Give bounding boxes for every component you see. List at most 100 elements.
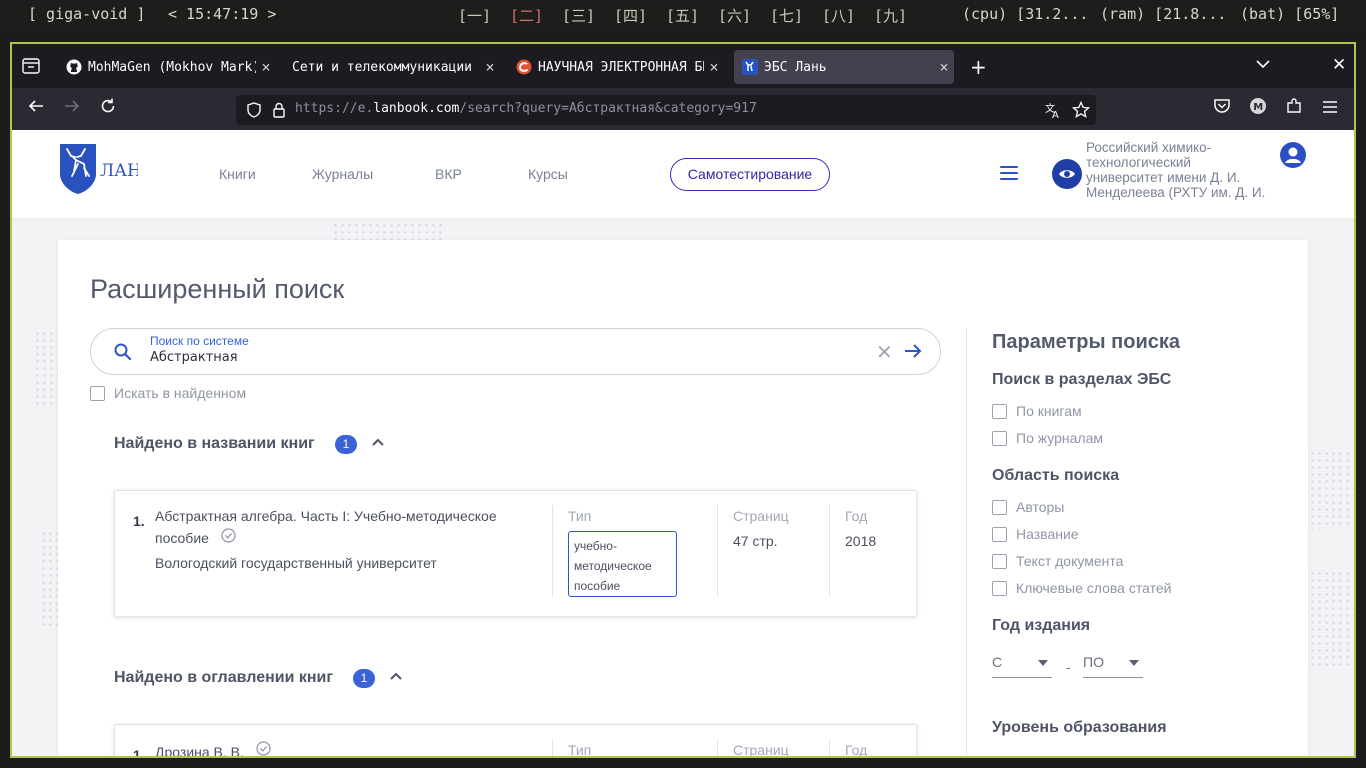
- workspace-7[interactable]: [七]: [770, 5, 803, 26]
- search-in-found-label[interactable]: Искать в найденном: [114, 385, 246, 401]
- authors-checkbox[interactable]: [992, 500, 1007, 515]
- tab-list-icon[interactable]: [22, 58, 40, 74]
- address-bar[interactable]: https://e.lanbook.com/search?query=Абстр…: [236, 95, 1096, 125]
- type-chip: учебно-методическое пособие: [568, 531, 677, 597]
- lan-logo[interactable]: ЛАНЬ: [58, 142, 153, 198]
- workspace-5[interactable]: [五]: [666, 5, 699, 26]
- nav-journals[interactable]: Журналы: [312, 166, 373, 182]
- new-tab-icon[interactable]: +: [970, 55, 987, 79]
- system-status-bar: [ giga-void ] < 15:47:19 > [一] [二] [三] […: [0, 0, 1366, 30]
- back-arrow-icon[interactable]: [24, 97, 48, 121]
- document-text-checkbox[interactable]: [992, 554, 1007, 569]
- param-head-education-level: Уровень образования: [992, 719, 1167, 736]
- svg-text:A: A: [1052, 110, 1059, 119]
- close-window-icon[interactable]: ✕: [1332, 55, 1346, 75]
- params-title: Параметры поиска: [992, 331, 1180, 353]
- tab-elibrary[interactable]: НАУЧНАЯ ЭЛЕКТРОННАЯ БИБ ×: [508, 50, 724, 84]
- account-avatar-icon[interactable]: M: [1246, 97, 1270, 121]
- chevron-down-icon[interactable]: [1256, 57, 1270, 73]
- url-text[interactable]: https://e.lanbook.com/search?query=Абстр…: [295, 101, 757, 116]
- workspace-9[interactable]: [九]: [874, 5, 907, 26]
- tab-networks[interactable]: Сети и телекоммуникации КС ×: [284, 50, 500, 84]
- workspace-2[interactable]: [二]: [510, 5, 543, 26]
- workspace-4[interactable]: [四]: [614, 5, 647, 26]
- submit-arrow-icon[interactable]: [903, 341, 923, 361]
- books-checkbox-label[interactable]: По книгам: [1016, 403, 1082, 419]
- reload-icon[interactable]: [96, 97, 120, 121]
- tab-label: НАУЧНАЯ ЭЛЕКТРОННАЯ БИБ: [538, 59, 704, 75]
- workspace-6[interactable]: [六]: [718, 5, 751, 26]
- menu-icon[interactable]: [1000, 166, 1018, 180]
- title-checkbox-label[interactable]: Название: [1016, 526, 1079, 542]
- document-text-checkbox-label[interactable]: Текст документа: [1016, 553, 1123, 569]
- nav-vkr[interactable]: ВКР: [435, 166, 462, 182]
- elibrary-icon: [516, 59, 532, 75]
- workspace-1[interactable]: [一]: [458, 5, 491, 26]
- count-badge: 1: [353, 669, 375, 688]
- search-in-found-checkbox[interactable]: [90, 386, 105, 401]
- battery-indicator: (bat) [65%]: [1240, 5, 1340, 23]
- tab-close-icon[interactable]: ×: [480, 58, 500, 76]
- authors-checkbox-label[interactable]: Авторы: [1016, 499, 1064, 515]
- logo-text: ЛАНЬ: [100, 161, 138, 181]
- param-head-year: Год издания: [992, 617, 1091, 634]
- tab-close-icon[interactable]: ×: [704, 58, 724, 76]
- forward-arrow-icon[interactable]: [60, 97, 84, 121]
- pages-value: 47 стр.: [733, 533, 778, 549]
- search-result-card: 1. Дрозина В. В. Тип Страниц Год: [114, 724, 917, 758]
- site-header: ЛАНЬ Книги Журналы ВКР Курсы Самотестиро…: [12, 130, 1354, 218]
- dropdown-caret-icon: [1038, 660, 1048, 666]
- chevron-up-icon[interactable]: [371, 437, 385, 447]
- year-column-header: Год: [845, 742, 868, 758]
- ram-indicator: (ram) [21.8...: [1100, 5, 1227, 23]
- keywords-checkbox-label[interactable]: Ключевые слова статей: [1016, 580, 1171, 596]
- result-publisher[interactable]: Вологодский государственный университет: [155, 555, 437, 571]
- tab-close-icon[interactable]: ×: [934, 58, 954, 76]
- nav-courses[interactable]: Курсы: [528, 166, 568, 182]
- title-checkbox[interactable]: [992, 527, 1007, 542]
- workspace-3[interactable]: [三]: [562, 5, 595, 26]
- result-title-text[interactable]: Абстрактная алгебра. Часть I: Учебно-мет…: [155, 508, 497, 546]
- shield-icon[interactable]: [246, 102, 262, 118]
- divider: [717, 739, 718, 756]
- keywords-checkbox[interactable]: [992, 581, 1007, 596]
- tab-label: ЭБС Лань: [764, 59, 827, 75]
- param-head-sections: Поиск в разделах ЭБС: [992, 371, 1172, 388]
- tab-lanbook[interactable]: ЭБС Лань ×: [734, 50, 954, 84]
- pocket-icon[interactable]: [1210, 97, 1234, 121]
- accessibility-eye-icon[interactable]: [1052, 159, 1082, 189]
- browser-window: MohMaGen (Mokhov Mark) × Сети и телекомм…: [10, 42, 1356, 758]
- extensions-icon[interactable]: [1282, 97, 1306, 121]
- tab-github[interactable]: MohMaGen (Mokhov Mark) ×: [58, 50, 276, 84]
- pages-column-header: Страниц: [733, 508, 789, 524]
- type-column-header: Тип: [568, 742, 592, 758]
- year-to-select[interactable]: ПО: [1083, 654, 1143, 678]
- journals-checkbox-label[interactable]: По журналам: [1016, 430, 1103, 446]
- chevron-up-icon[interactable]: [389, 671, 403, 681]
- hamburger-menu-icon[interactable]: [1318, 97, 1342, 121]
- year-from-select[interactable]: С: [992, 654, 1052, 678]
- result-author[interactable]: Дрозина В. В.: [155, 741, 525, 756]
- bookmark-star-icon[interactable]: [1072, 101, 1090, 119]
- result-number: 1.: [133, 747, 145, 758]
- search-result-card: 1. Абстрактная алгебра. Часть I: Учебно-…: [114, 490, 917, 617]
- result-title[interactable]: Абстрактная алгебра. Часть I: Учебно-мет…: [155, 505, 525, 549]
- lock-icon[interactable]: [272, 102, 286, 118]
- workspace-8[interactable]: [八]: [822, 5, 855, 26]
- tab-close-icon[interactable]: ×: [256, 58, 276, 76]
- divider: [829, 505, 830, 597]
- books-checkbox[interactable]: [992, 404, 1007, 419]
- translate-icon[interactable]: 文A: [1044, 101, 1062, 119]
- type-column-header: Тип: [568, 508, 592, 524]
- decorative-dots: [1302, 570, 1354, 670]
- nav-books[interactable]: Книги: [219, 166, 256, 182]
- clear-search-icon[interactable]: ✕: [876, 340, 893, 364]
- journals-checkbox[interactable]: [992, 431, 1007, 446]
- organization-name[interactable]: Российский химико-технологический универ…: [1086, 140, 1266, 202]
- search-input[interactable]: Поиск по системе Абстрактная ✕: [90, 328, 941, 375]
- url-domain: lanbook.com: [373, 101, 460, 116]
- user-profile-icon[interactable]: [1280, 142, 1306, 168]
- search-query-value[interactable]: Абстрактная: [150, 350, 238, 365]
- selftest-button[interactable]: Самотестирование: [670, 158, 830, 191]
- result-number: 1.: [133, 513, 145, 529]
